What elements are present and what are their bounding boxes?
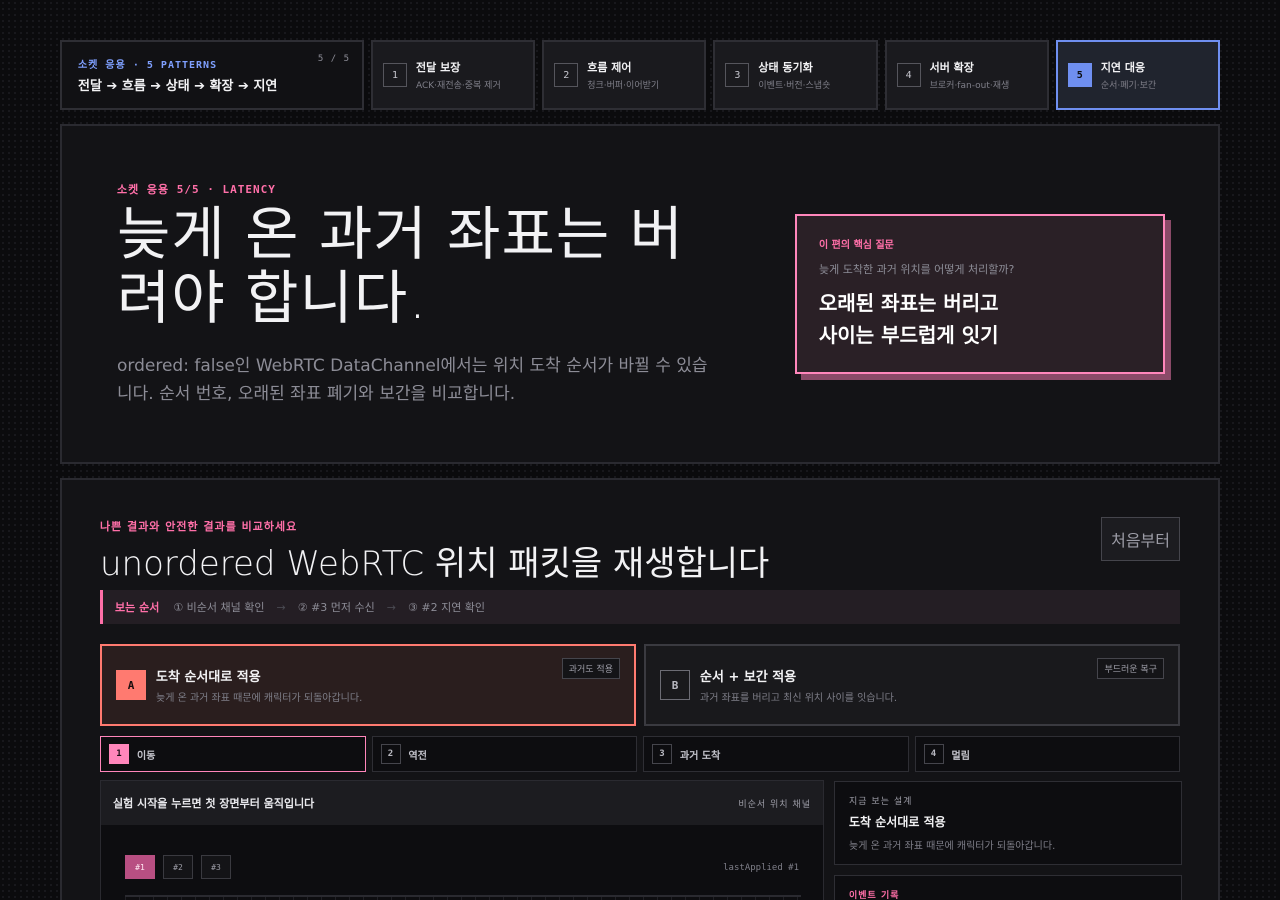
playground-section: 나쁜 결과와 안전한 결과를 비교하세요 unordered WebRTC 위치…: [60, 478, 1220, 900]
scenario-tabs: 1 이동 2 역전 3 과거 도착 4 멀림: [100, 736, 1180, 772]
tab-label: 역전: [408, 750, 427, 762]
question-answer: 오래된 좌표는 버리고 사이는 부드럽게 잇기: [819, 287, 1141, 351]
tab-label: 이동: [137, 750, 156, 762]
step-subtitle: 이벤트·버전·스냅숏: [758, 81, 831, 91]
current-design-card: 지금 보는 설계 도착 순서대로 적용 늦게 온 과거 좌표 때문에 캐릭터가 …: [834, 781, 1182, 865]
mode-title: 도착 순서대로 적용: [156, 670, 261, 685]
step-subtitle: 청크·버퍼·이어받기: [587, 81, 660, 91]
step-number: 5: [1067, 63, 1092, 87]
question-text: 늦게 도착한 과거 위치를 어떻게 처리할까?: [819, 263, 1015, 276]
series-summary: 소켓 응용 · 5 PATTERNS 5 / 5 전달 ➔ 흐름 ➔ 상태 ➔ …: [60, 40, 364, 110]
step-number: 4: [896, 63, 921, 87]
hero-description: ordered: false인 WebRTC DataChannel에서는 위치…: [117, 356, 708, 404]
tab-number: 2: [380, 744, 401, 764]
guide-step-2: ② #3 먼저 수신: [297, 601, 375, 614]
tab-move[interactable]: 1 이동: [100, 736, 366, 772]
series-nav: 소켓 응용 · 5 PATTERNS 5 / 5 전달 ➔ 흐름 ➔ 상태 ➔ …: [60, 40, 1221, 110]
stage-header: 실험 시작을 누르면 첫 장면부터 움직입니다 비순서 위치 채널: [101, 781, 823, 825]
last-applied-readout: lastApplied #1: [723, 863, 799, 873]
position-track: [125, 895, 801, 900]
playground-kicker: 나쁜 결과와 안전한 결과를 비교하세요: [100, 520, 298, 533]
question-kicker: 이 편의 핵심 질문: [819, 240, 894, 251]
packet-chip-3[interactable]: #3: [201, 855, 231, 879]
mode-description: 과거 좌표를 버리고 최신 위치 사이를 잇습니다.: [700, 693, 898, 704]
answer-line-2: 사이는 부드럽게 잇기: [819, 323, 999, 347]
arrow-right-icon: →: [386, 600, 396, 614]
tab-label: 과거 도착: [680, 750, 721, 762]
step-number: 2: [554, 63, 579, 87]
step-title: 지연 대응: [1100, 61, 1146, 74]
tab-late-arrival[interactable]: 3 과거 도착: [643, 736, 909, 772]
step-number: 3: [725, 63, 750, 87]
series-flow: 전달 ➔ 흐름 ➔ 상태 ➔ 확장 ➔ 지연: [78, 79, 278, 94]
current-design-kicker: 지금 보는 설계: [849, 797, 913, 807]
simulation-stage: 실험 시작을 누르면 첫 장면부터 움직입니다 비순서 위치 채널 #1 #2 …: [100, 780, 824, 900]
key-question-card: 이 편의 핵심 질문 늦게 도착한 과거 위치를 어떻게 처리할까? 오래된 좌…: [795, 214, 1165, 374]
reset-button[interactable]: 처음부터: [1101, 517, 1180, 561]
series-step-3[interactable]: 3 상태 동기화 이벤트·버전·스냅숏: [713, 40, 878, 110]
tab-number: 1: [109, 744, 129, 764]
step-title: 상태 동기화: [758, 61, 813, 74]
mode-b-card[interactable]: B 순서 + 보간 적용 과거 좌표를 버리고 최신 위치 사이를 잇습니다. …: [644, 644, 1180, 726]
tab-reverse[interactable]: 2 역전: [371, 736, 637, 772]
answer-line-1: 오래된 좌표는 버리고: [819, 291, 999, 315]
mode-tag: 과거도 적용: [561, 658, 620, 679]
step-subtitle: ACK·재전송·중복 제거: [416, 81, 501, 91]
viewing-order-guide: 보는 순서 ① 비순서 채널 확인 → ② #3 먼저 수신 → ③ #2 지연…: [100, 590, 1180, 624]
tab-number: 4: [923, 744, 944, 764]
mode-title: 순서 + 보간 적용: [700, 670, 797, 685]
playground-title: unordered WebRTC 위치 패킷을 재생합니다: [100, 544, 770, 584]
step-title: 전달 보장: [416, 61, 461, 74]
guide-step-3: ③ #2 지연 확인: [408, 601, 486, 614]
mode-badge: B: [660, 670, 690, 700]
mode-badge: A: [116, 670, 146, 700]
mode-description: 늦게 온 과거 좌표 때문에 캐릭터가 되돌아갑니다.: [156, 693, 363, 704]
step-title: 서버 확장: [929, 61, 974, 74]
tab-jitter[interactable]: 4 멀림: [914, 736, 1180, 772]
tab-number: 3: [652, 744, 672, 764]
series-step-1[interactable]: 1 전달 보장 ACK·재전송·중복 제거: [371, 40, 536, 110]
event-log-kicker: 이벤트 기록: [849, 891, 900, 900]
guide-step-1: ① 비순서 채널 확인: [173, 601, 265, 614]
series-kicker: 소켓 응용 · 5 PATTERNS: [78, 60, 218, 71]
stage-channel-label: 비순서 위치 채널: [738, 799, 811, 810]
current-design-description: 늦게 온 과거 좌표 때문에 캐릭터가 되돌아갑니다.: [849, 841, 1056, 852]
event-log-card: 이벤트 기록: [834, 875, 1182, 900]
step-subtitle: 브로커·fan-out·재생: [929, 81, 1010, 91]
series-count: 5 / 5: [317, 54, 350, 64]
step-title: 흐름 제어: [587, 61, 632, 74]
hero-kicker: 소켓 응용 5/5 · LATENCY: [117, 183, 276, 196]
series-step-4[interactable]: 4 서버 확장 브로커·fan-out·재생: [884, 40, 1049, 110]
mode-a-card[interactable]: A 도착 순서대로 적용 늦게 온 과거 좌표 때문에 캐릭터가 되돌아갑니다.…: [100, 644, 636, 726]
packet-chip-1[interactable]: #1: [125, 855, 155, 879]
series-step-5[interactable]: 5 지연 대응 순서·폐기·보간: [1055, 40, 1221, 110]
guide-label: 보는 순서: [115, 601, 160, 614]
hero-section: 소켓 응용 5/5 · LATENCY 늦게 온 과거 좌표는 버려야 합니다.…: [60, 124, 1220, 464]
step-number: 1: [383, 63, 407, 87]
mode-tag: 부드러운 복구: [1097, 658, 1164, 679]
step-subtitle: 순서·폐기·보간: [1100, 81, 1157, 91]
packet-list: #1 #2 #3: [125, 855, 231, 879]
series-step-2[interactable]: 2 흐름 제어 청크·버퍼·이어받기: [542, 40, 707, 110]
arrow-right-icon: →: [276, 600, 286, 614]
packet-chip-2[interactable]: #2: [163, 855, 193, 879]
stage-hint: 실험 시작을 누르면 첫 장면부터 움직입니다: [113, 797, 315, 810]
current-design-title: 도착 순서대로 적용: [849, 815, 946, 829]
hero-title: 늦게 온 과거 좌표는 버려야 합니다.: [117, 200, 684, 332]
tab-label: 멀림: [951, 750, 970, 762]
